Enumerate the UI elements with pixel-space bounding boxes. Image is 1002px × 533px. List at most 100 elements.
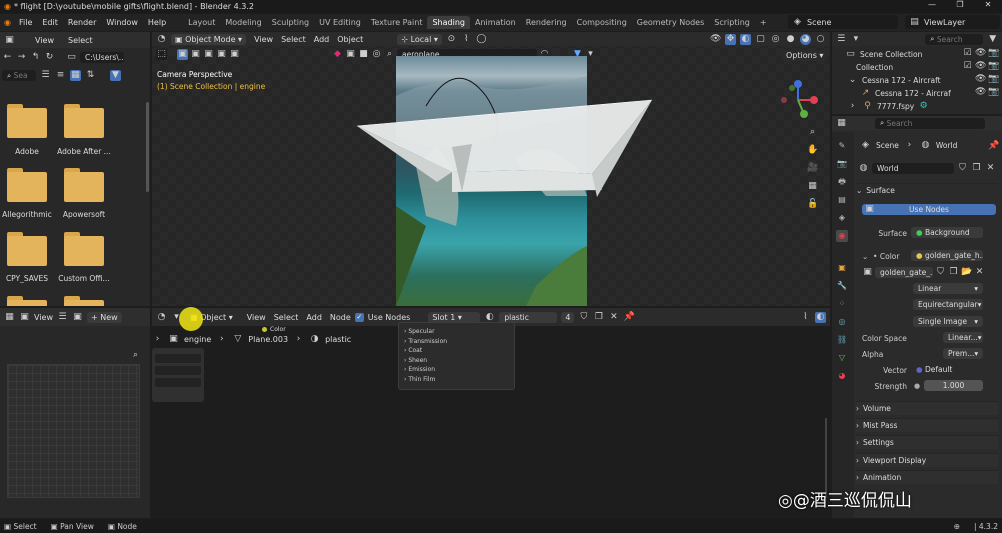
unlink-icon[interactable]: ✕ (608, 312, 619, 323)
file-browser-scrollbar[interactable] (146, 102, 149, 192)
tab-sculpting[interactable]: Sculpting (267, 16, 314, 29)
animation-panel-header[interactable]: › Animation (856, 470, 998, 484)
world-tab-icon[interactable]: ◉ (836, 230, 848, 242)
interpolation-dropdown[interactable]: Linear ▾ (913, 283, 983, 294)
unlink-icon[interactable]: ✕ (985, 163, 996, 174)
surface-panel-header[interactable]: ⌄ Surface (856, 183, 998, 197)
editor-type-icon[interactable]: ◔ (156, 312, 167, 323)
surface-shader-field[interactable]: ● Background (911, 227, 983, 238)
back-icon[interactable]: ← (2, 52, 13, 63)
maximize-button[interactable]: ❐ (946, 0, 974, 9)
menu-render[interactable]: Render (63, 18, 101, 27)
viewport-display-panel-header[interactable]: › Viewport Display (856, 453, 998, 467)
folder-icon[interactable] (64, 104, 104, 138)
modifier-tab-icon[interactable]: 🔧 (836, 280, 848, 292)
constraints-tab-icon[interactable]: ⛓ (836, 334, 848, 346)
outliner-row[interactable]: Collection (856, 61, 893, 74)
tab-compositing[interactable]: Compositing (572, 16, 632, 29)
settings-panel-header[interactable]: › Settings (856, 435, 998, 449)
viewport-3d[interactable]: ◔ ▣ Object Mode ▾ View Select Add Object… (152, 32, 830, 306)
outliner-row[interactable]: ↗ Cessna 172 - Aircraf (860, 87, 951, 100)
node-editor[interactable]: ◔ ▾ ■ Object ▾ View Select Add Node ✓ Us… (152, 307, 830, 518)
path-field[interactable]: C:\Users\... (80, 52, 124, 63)
popup-item-thin-film[interactable]: › Thin Film (399, 375, 514, 385)
unlink-icon[interactable]: ✕ (974, 267, 985, 278)
outliner-row[interactable]: ⌄ Cessna 172 - Aircraft (847, 74, 941, 87)
left-node-fragment[interactable] (152, 348, 204, 402)
zoom-icon[interactable]: ⌕ (807, 127, 818, 138)
node-menu-view[interactable]: View (247, 313, 266, 322)
popup-item-emission[interactable]: › Emission (399, 365, 514, 375)
editor-type-icon[interactable]: ☰ (836, 34, 847, 45)
image-browse-icon[interactable]: ▣ (72, 312, 83, 323)
list-view-icon-2[interactable]: ≡ (55, 70, 66, 81)
popup-item-coat[interactable]: › Coat (399, 346, 514, 356)
checkbox-icon[interactable]: ☑ (962, 61, 973, 72)
popup-item-transmission[interactable]: › Transmission (399, 337, 514, 347)
use-nodes-checkbox[interactable]: ✓ (354, 312, 364, 322)
eye-icon[interactable]: 👁 (975, 74, 986, 85)
new-folder-icon[interactable]: ▭ (66, 52, 77, 63)
material-tab-icon[interactable]: ◕ (836, 370, 848, 382)
folder-icon[interactable] (7, 104, 47, 138)
tab-uv-editing[interactable]: UV Editing (314, 16, 366, 29)
expand-icon[interactable]: › (847, 101, 858, 112)
checkbox-icon[interactable]: ☑ (962, 48, 973, 59)
outliner-row[interactable]: ▭ Scene Collection (845, 48, 922, 61)
file-menu-select[interactable]: Select (68, 36, 93, 45)
scene-selector[interactable]: ◈ Scene (788, 15, 898, 29)
hamburger-icon[interactable]: ☰ (57, 312, 68, 323)
tab-shading[interactable]: Shading (427, 16, 470, 29)
outliner-search-input[interactable]: ⌕ Search (925, 33, 984, 45)
navigation-gizmo[interactable] (774, 76, 824, 126)
node-menu-select[interactable]: Select (274, 313, 299, 322)
alpha-dropdown[interactable]: Prem... ▾ (943, 348, 983, 359)
projection-dropdown[interactable]: Equirectangular ▾ (913, 299, 983, 310)
properties-search-input[interactable]: ⌕ Search (875, 117, 985, 129)
folder-icon[interactable] (64, 168, 104, 202)
camera-icon[interactable]: 📷 (988, 74, 999, 85)
menu-window[interactable]: Window (101, 18, 143, 27)
fake-user-icon[interactable]: ⛉ (957, 163, 968, 174)
particles-tab-icon[interactable]: ⁘ (836, 298, 848, 310)
user-count[interactable]: 4 (561, 311, 575, 323)
duplicate-icon[interactable]: ❐ (593, 312, 604, 323)
tab-geometry-nodes[interactable]: Geometry Nodes (632, 16, 709, 29)
outliner-row[interactable]: › ⚲ 7777.fspy ⚙ (847, 100, 929, 113)
list-view-icon[interactable]: ☰ (40, 70, 51, 81)
pan-hand-icon[interactable]: ✋ (807, 145, 818, 156)
zoom-icon[interactable]: ⌕ (130, 350, 141, 361)
source-dropdown[interactable]: Single Image ▾ (913, 316, 983, 327)
ortho-grid-icon[interactable]: ▦ (807, 181, 818, 192)
refresh-icon[interactable]: ↻ (44, 52, 55, 63)
mist-pass-panel-header[interactable]: › Mist Pass (856, 418, 998, 432)
file-search-input[interactable]: ⌕ Sea (2, 70, 36, 81)
node-menu-add[interactable]: Add (306, 313, 322, 322)
popup-item-specular[interactable]: › Specular (399, 327, 514, 337)
breadcrumb-material[interactable]: plastic (325, 335, 351, 344)
folder-icon[interactable] (64, 296, 104, 306)
camera-view-icon[interactable]: 🎥 (807, 163, 818, 174)
use-nodes-button[interactable]: ▣ Use Nodes (862, 204, 996, 215)
tool-tab-icon[interactable]: ✎ (836, 140, 848, 152)
lock-icon[interactable]: 🔓 (807, 199, 818, 210)
view-layer-tab-icon[interactable]: ▤ (836, 194, 848, 206)
minimize-button[interactable]: — (918, 0, 946, 9)
tab-scripting[interactable]: Scripting (709, 16, 755, 29)
output-tab-icon[interactable]: 🖶 (836, 176, 848, 188)
material-browse-icon[interactable]: ◐ (484, 312, 495, 323)
forward-icon[interactable]: → (16, 52, 27, 63)
image-browse-icon[interactable]: ▣ (862, 267, 873, 278)
colorspace-dropdown[interactable]: Linear... ▾ (943, 332, 983, 343)
breadcrumb-mesh[interactable]: Plane.003 (248, 335, 288, 344)
material-name-field[interactable]: plastic (499, 311, 558, 323)
eye-icon[interactable]: 👁 (975, 87, 986, 98)
folder-icon[interactable] (7, 232, 47, 266)
overlay-icon[interactable]: ◐ (815, 311, 826, 323)
fake-user-icon[interactable]: ⛉ (578, 312, 589, 323)
duplicate-icon[interactable]: ❐ (971, 163, 982, 174)
menu-edit[interactable]: Edit (37, 18, 63, 27)
blender-menu-icon[interactable]: ◉ (0, 18, 14, 27)
strength-slider[interactable]: 1.000 (924, 380, 983, 391)
camera-icon[interactable]: 📷 (988, 48, 999, 59)
